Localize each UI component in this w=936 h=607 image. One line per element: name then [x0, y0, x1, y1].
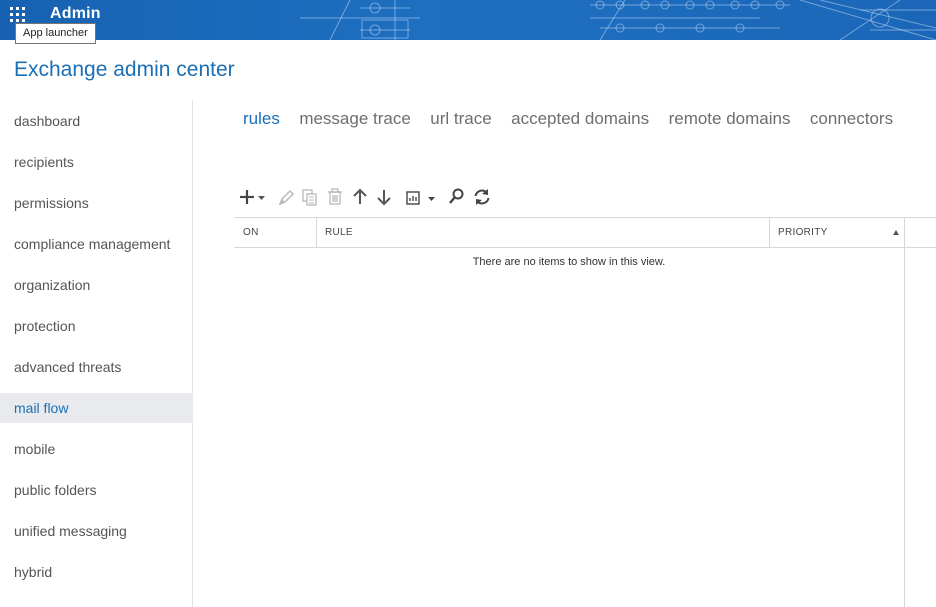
- tab-rules[interactable]: rules: [243, 109, 280, 129]
- rules-grid-header: ON RULE PRIORITY: [234, 218, 936, 248]
- tab-url-trace[interactable]: url trace: [430, 109, 491, 129]
- mail-flow-tabs: rules message trace url trace accepted d…: [243, 109, 908, 133]
- move-down-icon[interactable]: [374, 186, 394, 208]
- nav-item-hybrid[interactable]: hybrid: [0, 557, 193, 587]
- move-up-icon[interactable]: [350, 186, 370, 208]
- top-banner: Admin: [0, 0, 936, 40]
- page-title: Exchange admin center: [14, 58, 235, 81]
- nav-item-dashboard[interactable]: dashboard: [0, 106, 193, 136]
- nav-item-mail-flow[interactable]: mail flow: [0, 393, 193, 423]
- nav-item-protection[interactable]: protection: [0, 311, 193, 341]
- column-on-label: ON: [243, 227, 259, 238]
- report-icon[interactable]: [404, 186, 440, 208]
- empty-grid-message: There are no items to show in this view.: [472, 256, 666, 268]
- nav-item-unified-messaging[interactable]: unified messaging: [0, 516, 193, 546]
- nav-item-compliance-management[interactable]: compliance management: [0, 229, 193, 259]
- column-header-priority[interactable]: PRIORITY: [769, 218, 904, 248]
- refresh-icon[interactable]: [471, 186, 493, 208]
- nav-item-recipients[interactable]: recipients: [0, 147, 193, 177]
- column-header-rule[interactable]: RULE: [316, 218, 769, 248]
- sort-ascending-icon: [893, 230, 899, 235]
- app-launcher-tooltip: App launcher: [15, 23, 96, 44]
- nav-item-advanced-threats[interactable]: advanced threats: [0, 352, 193, 382]
- nav-item-permissions[interactable]: permissions: [0, 188, 193, 218]
- admin-title[interactable]: Admin: [50, 5, 101, 23]
- column-header-on[interactable]: ON: [234, 218, 316, 248]
- details-pane-divider: [904, 248, 905, 607]
- column-separator: [904, 218, 905, 248]
- column-priority-label: PRIORITY: [778, 227, 828, 238]
- tab-message-trace[interactable]: message trace: [299, 109, 411, 129]
- column-rule-label: RULE: [325, 227, 353, 238]
- tab-connectors[interactable]: connectors: [810, 109, 893, 129]
- nav-item-public-folders[interactable]: public folders: [0, 475, 193, 505]
- tab-remote-domains[interactable]: remote domains: [669, 109, 791, 129]
- search-icon[interactable]: [446, 186, 466, 208]
- copy-icon[interactable]: [300, 186, 320, 208]
- delete-icon[interactable]: [325, 186, 345, 208]
- nav-item-organization[interactable]: organization: [0, 270, 193, 300]
- edit-icon[interactable]: [276, 186, 296, 208]
- tab-accepted-domains[interactable]: accepted domains: [511, 109, 649, 129]
- left-navigation: dashboard recipients permissions complia…: [0, 100, 193, 607]
- add-icon[interactable]: [238, 186, 268, 208]
- blueprint-background-graphic: [300, 0, 936, 40]
- nav-item-mobile[interactable]: mobile: [0, 434, 193, 464]
